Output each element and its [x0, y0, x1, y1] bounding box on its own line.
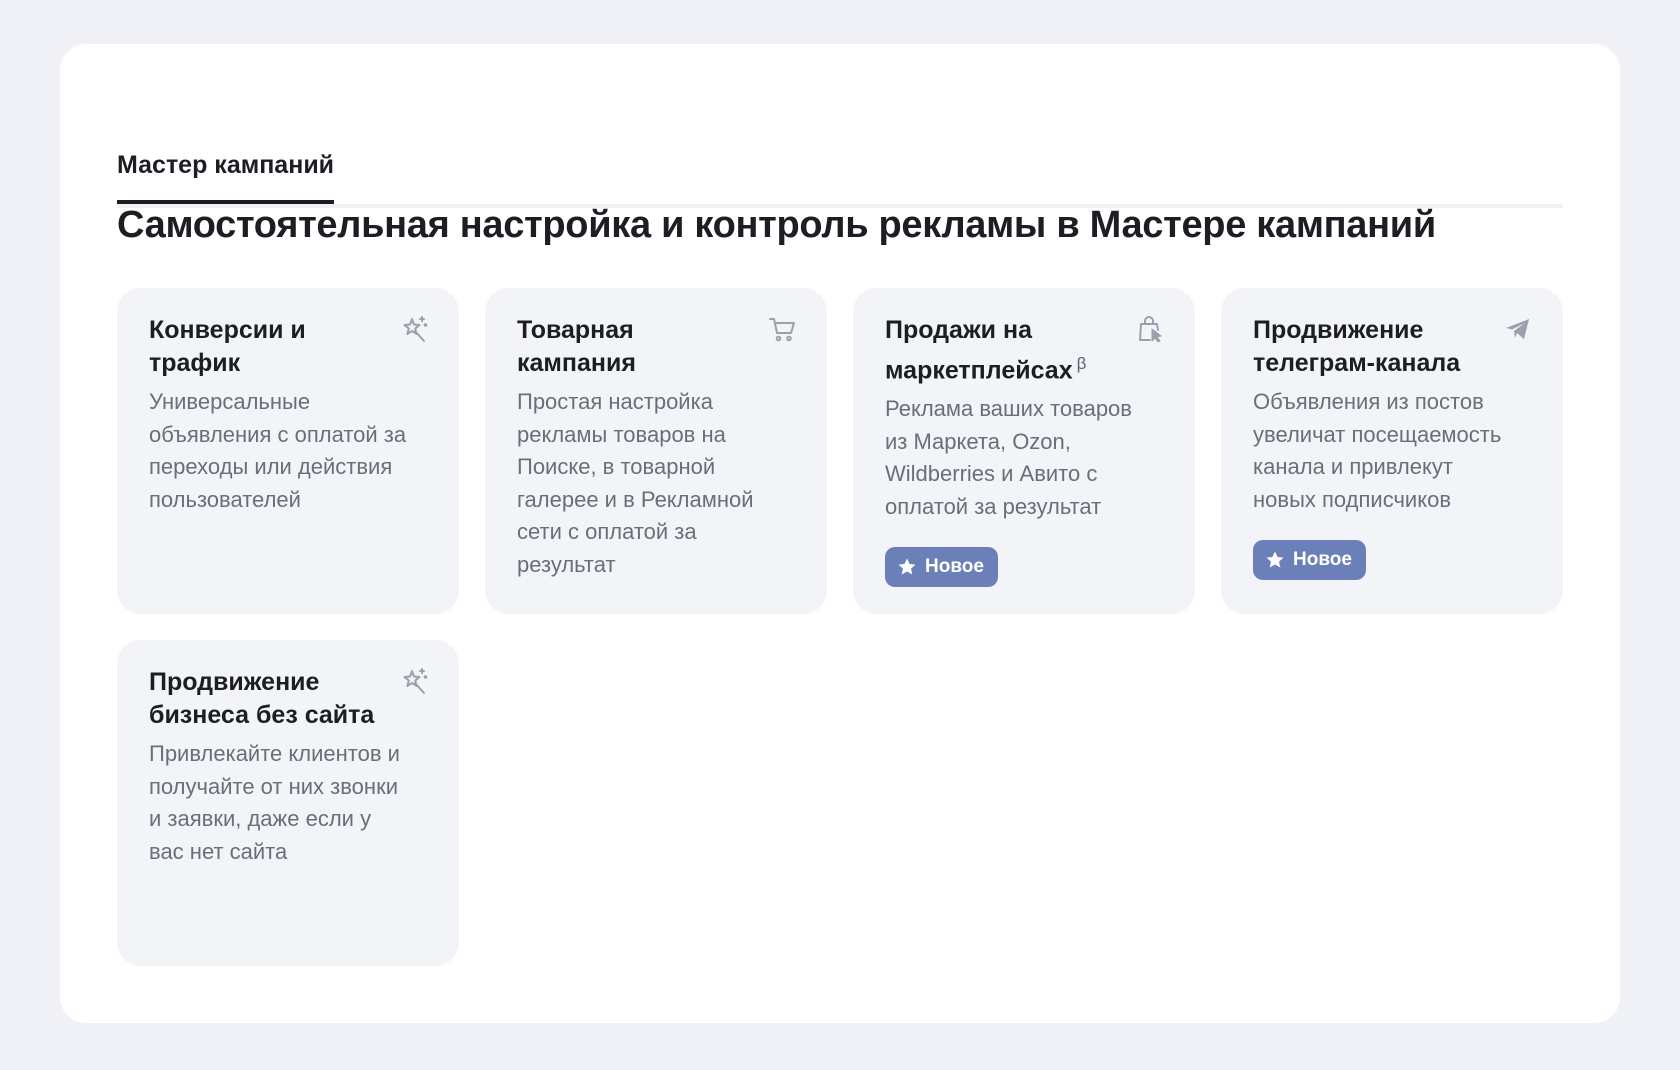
beta-mark: β: [1076, 354, 1087, 373]
campaign-type-grid: Конверсии и трафик Универсальные объявле…: [117, 288, 1563, 966]
card-business-no-site[interactable]: Продвижение бизнеса без сайта Привлекайт…: [117, 640, 459, 966]
cart-icon: [767, 314, 797, 344]
card-title: Конверсии и трафик: [149, 316, 306, 377]
star-icon: [1266, 551, 1284, 568]
card-description: Объявления из постов увеличат посещаемос…: [1253, 389, 1502, 512]
card-description: Привлекайте клиентов и получайте от них …: [149, 741, 400, 864]
new-badge: Новое: [885, 547, 998, 588]
card-title: Товарная кампания: [517, 316, 636, 377]
card-description: Универсальные объявления с оплатой за пе…: [149, 389, 407, 512]
card-telegram-promo[interactable]: Продвижение телеграм-канала Объявления и…: [1221, 288, 1563, 614]
card-title: Продвижение бизнеса без сайта: [149, 668, 375, 729]
card-description: Простая настройка рекламы товаров на Пои…: [517, 389, 754, 577]
card-title: Продвижение телеграм-канала: [1253, 316, 1461, 377]
card-product-campaign[interactable]: Товарная кампания Простая настройка рекл…: [485, 288, 827, 614]
campaign-master-panel: Мастер кампаний Самостоятельная настройк…: [60, 44, 1620, 1023]
telegram-plane-icon: [1503, 314, 1533, 344]
star-icon: [898, 558, 916, 575]
new-badge: Новое: [1253, 540, 1366, 580]
card-title: Продажи на маркетплейсах β: [885, 316, 1087, 385]
card-marketplace-sales[interactable]: Продажи на маркетплейсах β Реклама ваших …: [853, 288, 1195, 614]
tab-campaign-master[interactable]: Мастер кампаний: [117, 151, 335, 204]
magic-wand-icon: [399, 666, 429, 696]
magic-wand-icon: [399, 314, 429, 344]
page-title: Самостоятельная настройка и контроль рек…: [117, 204, 1436, 246]
card-conversions-traffic[interactable]: Конверсии и трафик Универсальные объявле…: [117, 288, 459, 614]
card-description: Реклама ваших товаров из Маркета, Ozon, …: [885, 396, 1132, 519]
shopping-bag-icon: [1135, 314, 1165, 344]
tabs-bar: Мастер кампаний: [117, 106, 1563, 208]
